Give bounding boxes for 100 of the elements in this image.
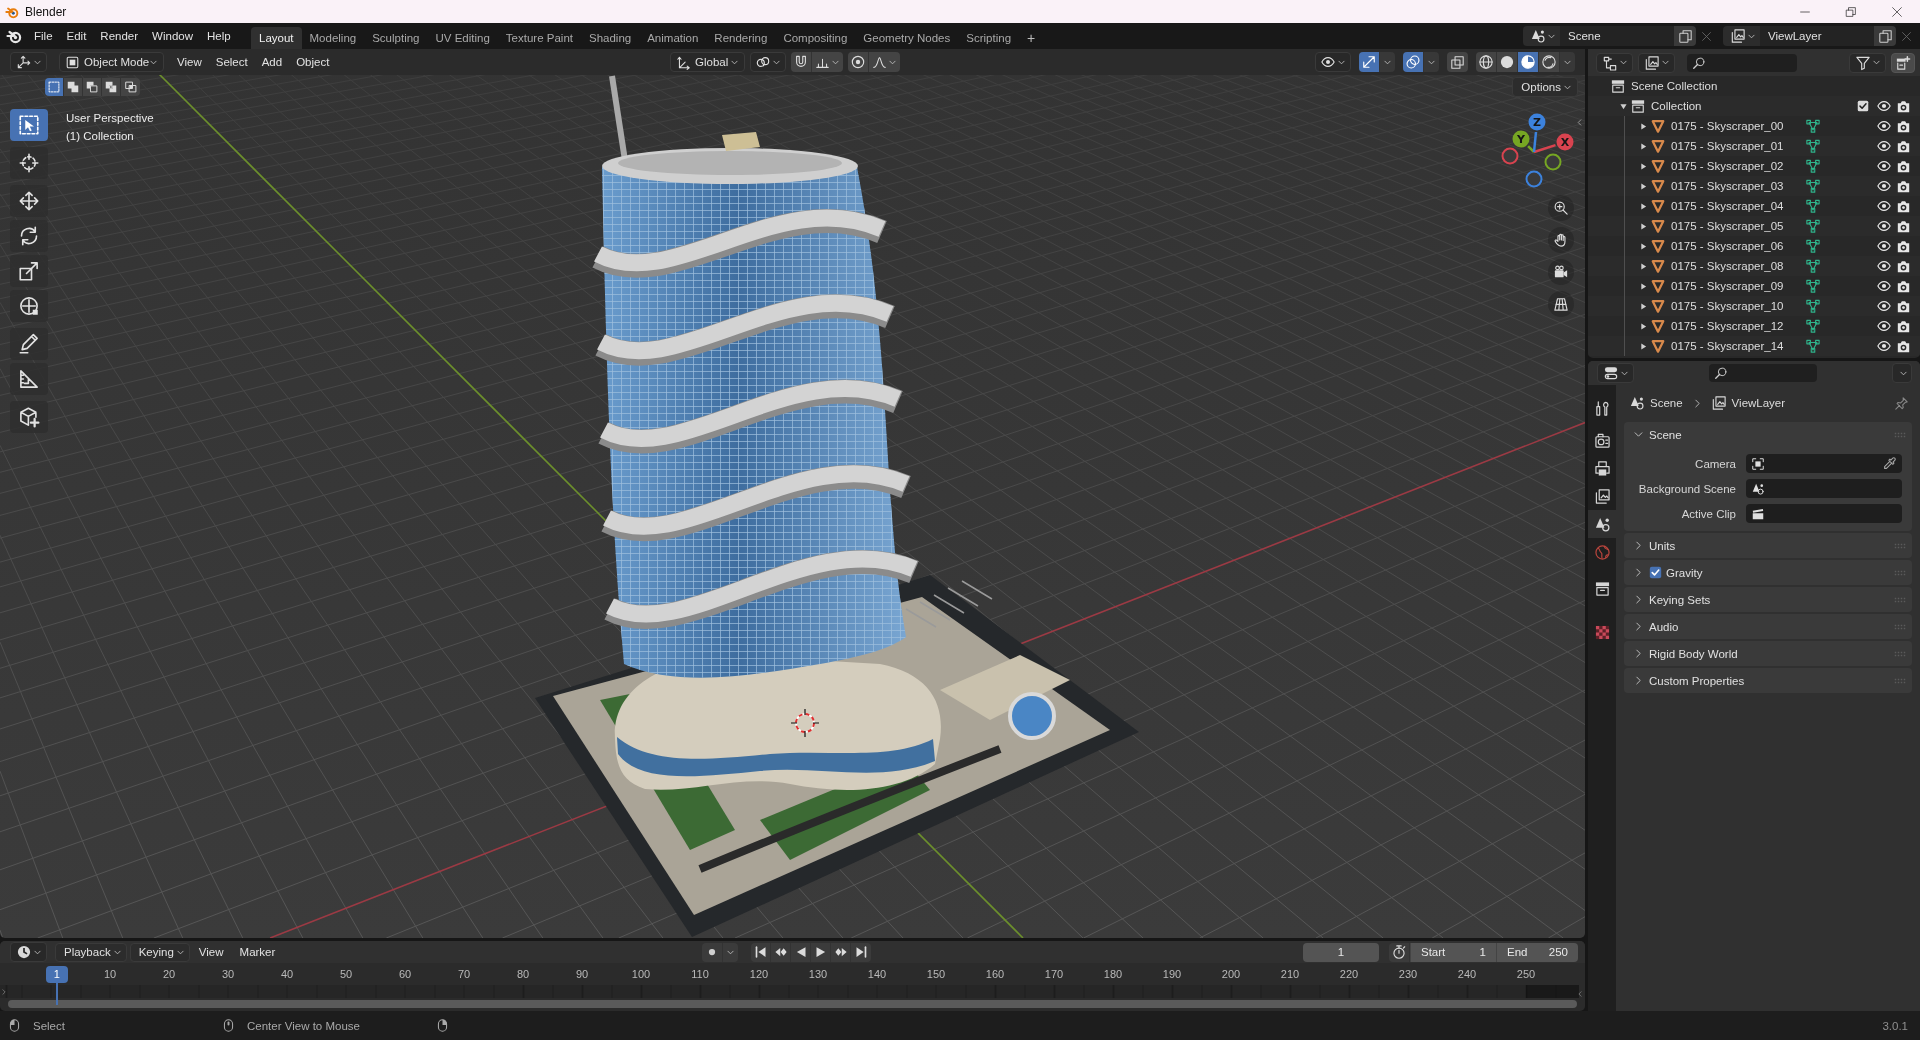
- editor-type-button[interactable]: [1597, 363, 1634, 383]
- expand-arrow-icon[interactable]: [1620, 102, 1627, 110]
- new-scene-button[interactable]: [1674, 26, 1696, 46]
- chevron-down-icon[interactable]: [1634, 430, 1643, 439]
- pivot-dropdown[interactable]: [750, 52, 786, 72]
- camera-icon[interactable]: [1897, 339, 1910, 353]
- menu-item[interactable]: View: [191, 942, 231, 962]
- panel-title[interactable]: Scene: [1649, 428, 1682, 441]
- breadcrumb-item[interactable]: Scene: [1650, 397, 1683, 409]
- axis-ring-icon[interactable]: [1501, 147, 1519, 165]
- tool-button[interactable]: [10, 185, 48, 217]
- camera-icon[interactable]: [1897, 119, 1910, 133]
- camera-icon[interactable]: [1897, 279, 1910, 293]
- editor-type-button[interactable]: [1596, 52, 1633, 73]
- shading-mode-button[interactable]: [1539, 52, 1560, 72]
- eye-icon[interactable]: [1877, 199, 1891, 213]
- workspace-tab[interactable]: UV Editing: [427, 27, 498, 49]
- scene-browse-button[interactable]: [1523, 26, 1560, 46]
- outliner-item[interactable]: 0175 - Skyscraper_00: [1671, 120, 1784, 132]
- mode-dropdown[interactable]: Object Mode: [59, 52, 164, 72]
- expand-arrow-icon[interactable]: [1640, 162, 1647, 170]
- menu-item[interactable]: Window: [145, 26, 200, 46]
- axis-ball-icon[interactable]: [1512, 130, 1530, 148]
- tool-button[interactable]: [10, 401, 48, 433]
- chevron-right-icon[interactable]: [1634, 622, 1643, 631]
- tool-button[interactable]: [10, 363, 48, 395]
- tool-button[interactable]: [10, 328, 48, 360]
- selectability-dropdown[interactable]: [1315, 52, 1351, 72]
- checkbox[interactable]: [1857, 100, 1869, 112]
- object-picker-field[interactable]: [1746, 454, 1902, 473]
- mesh-icon[interactable]: [1805, 319, 1820, 333]
- editor-type-button[interactable]: [10, 52, 47, 72]
- outliner-item[interactable]: 0175 - Skyscraper_08: [1671, 260, 1784, 272]
- gizmo-toggle[interactable]: [1359, 52, 1380, 72]
- mesh-icon[interactable]: [1805, 279, 1820, 293]
- auto-keying-toggle[interactable]: [702, 942, 723, 962]
- workspace-tab[interactable]: Geometry Nodes: [855, 27, 959, 49]
- panel-title[interactable]: Keying Sets: [1649, 593, 1711, 606]
- properties-tab[interactable]: [1588, 510, 1616, 538]
- axis-ring-icon[interactable]: [1544, 153, 1562, 171]
- editor-type-button[interactable]: [10, 942, 47, 962]
- expand-arrow-icon[interactable]: [1640, 242, 1647, 250]
- expand-arrow-icon[interactable]: [1640, 342, 1647, 350]
- add-workspace-button[interactable]: +: [1019, 27, 1044, 49]
- expand-arrow-icon[interactable]: [1640, 302, 1647, 310]
- expand-arrow-icon[interactable]: [1640, 202, 1647, 210]
- axis-ball-icon[interactable]: [1528, 113, 1546, 131]
- workspace-tab[interactable]: Shading: [581, 27, 640, 49]
- camera-icon[interactable]: [1897, 199, 1910, 213]
- view-layer-name-field[interactable]: ViewLayer: [1760, 26, 1874, 46]
- overlay-toggle[interactable]: [1403, 52, 1424, 72]
- mesh-icon[interactable]: [1805, 299, 1820, 313]
- outliner-item[interactable]: 0175 - Skyscraper_12: [1671, 320, 1784, 332]
- mesh-icon[interactable]: [1805, 259, 1820, 273]
- chevron-right-icon[interactable]: [1634, 541, 1643, 550]
- close-icon[interactable]: [1902, 31, 1911, 41]
- expand-arrow-icon[interactable]: [1640, 182, 1647, 190]
- panel-title[interactable]: Rigid Body World: [1649, 647, 1738, 660]
- chevron-left-icon[interactable]: [1576, 118, 1583, 127]
- mesh-icon[interactable]: [1805, 199, 1820, 213]
- eye-icon[interactable]: [1877, 319, 1891, 333]
- menu-item[interactable]: Edit: [59, 26, 94, 46]
- expand-arrow-icon[interactable]: [1640, 282, 1647, 290]
- play-reverse-button[interactable]: [791, 942, 811, 962]
- chevron-right-icon[interactable]: [1, 988, 7, 996]
- menu-item[interactable]: Help: [200, 26, 238, 46]
- mesh-icon[interactable]: [1805, 159, 1820, 173]
- outliner-item[interactable]: 0175 - Skyscraper_10: [1671, 300, 1784, 312]
- menu-item[interactable]: View: [170, 52, 209, 72]
- tool-button[interactable]: [10, 109, 48, 141]
- outliner-item[interactable]: 0175 - Skyscraper_03: [1671, 180, 1784, 192]
- menu-item[interactable]: Select: [208, 52, 255, 72]
- select-mode-button[interactable]: [64, 78, 83, 96]
- eye-icon[interactable]: [1877, 139, 1891, 153]
- outliner-item[interactable]: 0175 - Skyscraper_09: [1671, 280, 1784, 292]
- eye-icon[interactable]: [1877, 99, 1891, 113]
- chevron-left-icon[interactable]: [1577, 990, 1583, 998]
- panel-title[interactable]: Gravity: [1666, 566, 1703, 579]
- search-field[interactable]: [1709, 364, 1817, 382]
- end-frame-field[interactable]: End 250: [1496, 942, 1578, 962]
- camera-icon[interactable]: [1897, 99, 1910, 113]
- camera-icon[interactable]: [1897, 159, 1910, 173]
- current-frame-field[interactable]: 1: [1303, 942, 1379, 962]
- mesh-icon[interactable]: [1805, 239, 1820, 253]
- view-layer-browse-button[interactable]: [1723, 26, 1760, 46]
- expand-arrow-icon[interactable]: [1640, 122, 1647, 130]
- shading-mode-button[interactable]: [1476, 52, 1497, 72]
- eye-icon[interactable]: [1877, 219, 1891, 233]
- playhead[interactable]: 1: [45, 966, 68, 983]
- zoom-view-button[interactable]: [1548, 195, 1574, 221]
- mesh-icon[interactable]: [1805, 219, 1820, 233]
- jump-to-end-button[interactable]: [851, 942, 871, 962]
- breadcrumb-item[interactable]: ViewLayer: [1731, 397, 1786, 409]
- outliner-item[interactable]: Scene Collection: [1631, 80, 1718, 92]
- eye-icon[interactable]: [1877, 339, 1891, 353]
- preview-range-toggle[interactable]: [1389, 942, 1410, 962]
- workspace-tab[interactable]: Modeling: [301, 27, 365, 49]
- select-mode-button[interactable]: [45, 78, 64, 96]
- restore-icon[interactable]: [1846, 6, 1856, 17]
- app-logo-icon[interactable]: [5, 28, 22, 44]
